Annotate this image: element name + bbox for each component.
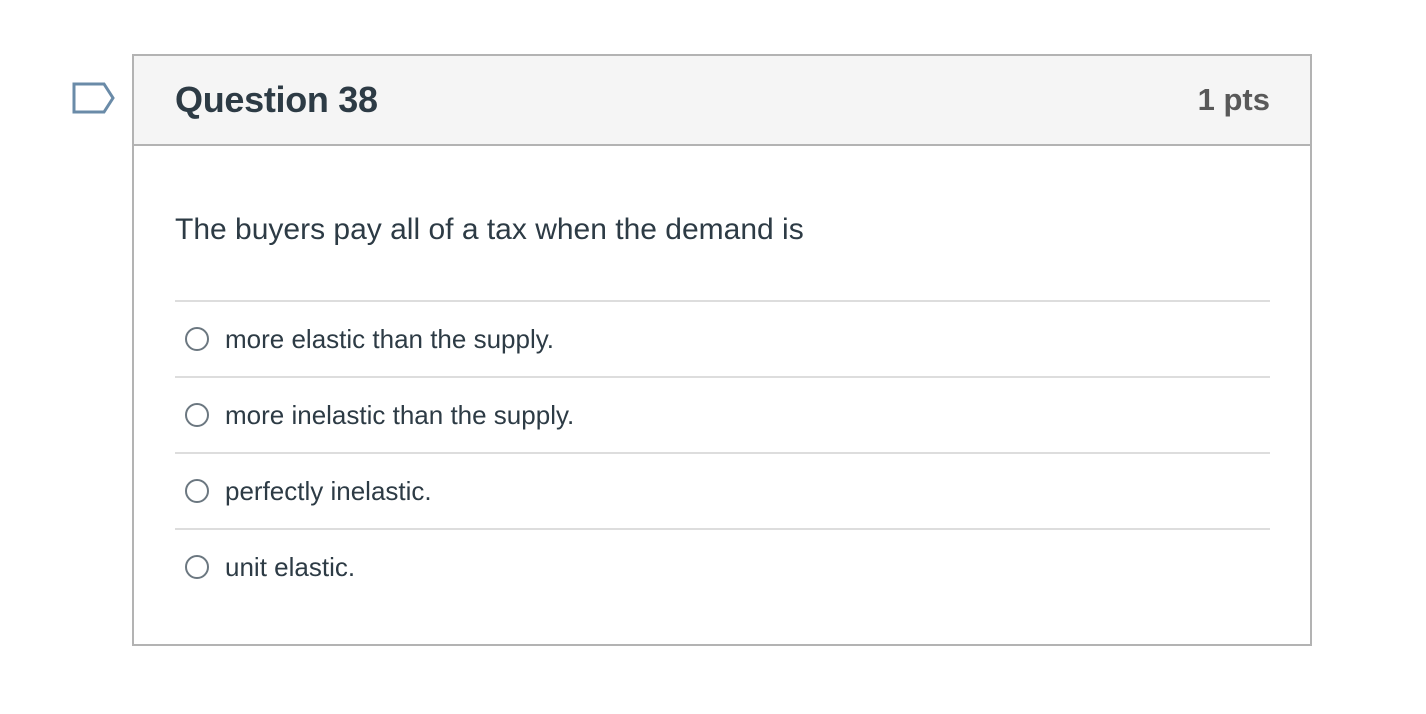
answer-label: more inelastic than the supply. [225, 399, 575, 430]
radio-button[interactable] [185, 555, 209, 579]
question-title: Question 38 [175, 79, 378, 120]
flag-question-icon[interactable] [72, 81, 116, 117]
question-points: 1 pts [1197, 82, 1270, 117]
answer-list: more elastic than the supply. more inela… [175, 300, 1270, 604]
answer-label: unit elastic. [225, 551, 356, 582]
answer-option[interactable]: more elastic than the supply. [175, 302, 1270, 378]
question-card: Question 38 1 pts The buyers pay all of … [132, 54, 1312, 646]
radio-button[interactable] [185, 403, 209, 427]
answer-label: perfectly inelastic. [225, 475, 432, 506]
answer-option[interactable]: perfectly inelastic. [175, 454, 1270, 530]
answer-option[interactable]: unit elastic. [175, 530, 1270, 604]
answer-option[interactable]: more inelastic than the supply. [175, 378, 1270, 454]
question-header: Question 38 1 pts [134, 56, 1310, 146]
radio-button[interactable] [185, 479, 209, 503]
quiz-page: Question 38 1 pts The buyers pay all of … [0, 0, 1426, 714]
radio-button[interactable] [185, 327, 209, 351]
question-body: The buyers pay all of a tax when the dem… [134, 146, 1310, 604]
question-text: The buyers pay all of a tax when the dem… [175, 213, 804, 246]
answer-label: more elastic than the supply. [225, 323, 555, 354]
